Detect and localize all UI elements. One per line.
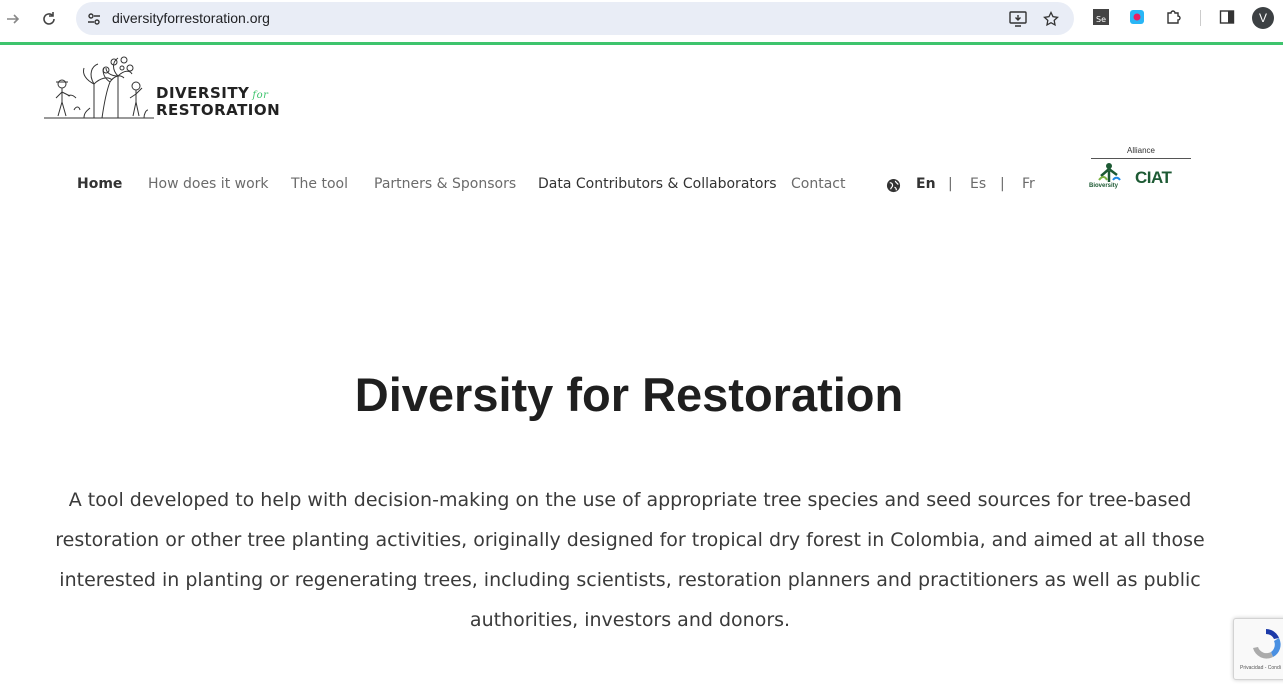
toolbar-divider — [1200, 10, 1201, 26]
bioversity-figure-icon — [1098, 163, 1121, 182]
nav-item-home[interactable]: Home — [77, 176, 122, 192]
url-text[interactable]: diversityforrestoration.org — [112, 10, 270, 26]
logo-diversity-text: DIVERSITY — [156, 84, 250, 102]
svg-text:Se: Se — [1096, 15, 1106, 24]
nav-item-the-tool[interactable]: The tool — [291, 176, 348, 192]
nav-item-contact[interactable]: Contact — [791, 176, 845, 192]
language-es[interactable]: Es — [970, 176, 986, 192]
nav-item-data-contributors[interactable]: Data Contributors & Collaborators — [538, 176, 777, 192]
page-load-bar — [0, 42, 1283, 45]
extensions-puzzle-icon[interactable] — [1164, 7, 1184, 27]
alliance-label: Alliance — [1126, 146, 1155, 155]
globe-icon — [886, 178, 901, 193]
selenium-extension-icon[interactable]: Se — [1091, 7, 1111, 27]
language-en[interactable]: En — [916, 176, 936, 192]
alliance-bioversity-ciat-logo[interactable]: Alliance Bioversity CIAT — [1089, 146, 1193, 198]
nav-item-how-does-it-work[interactable]: How does it work — [148, 176, 269, 192]
ciat-label: CIAT — [1135, 168, 1172, 187]
partner-divider — [1091, 158, 1191, 159]
profile-avatar[interactable]: V — [1252, 7, 1274, 29]
logo-wordmark-line1: DIVERSITY for — [156, 84, 268, 102]
recaptcha-footer-text[interactable]: Privacidad - Condi — [1240, 665, 1281, 671]
language-separator: | — [948, 176, 953, 192]
address-bar[interactable]: diversityforrestoration.org — [76, 2, 1074, 35]
logo-illustration-icon — [44, 56, 154, 119]
reload-icon[interactable] — [36, 6, 62, 32]
nav-item-partners-sponsors[interactable]: Partners & Sponsors — [374, 176, 516, 192]
color-picker-extension-icon[interactable] — [1127, 7, 1147, 27]
site-settings-icon[interactable] — [82, 7, 106, 31]
logo-restoration-text: RESTORATION — [156, 101, 281, 119]
bookmark-star-icon[interactable] — [1039, 7, 1063, 31]
logo-for-text: for — [252, 90, 269, 101]
forward-icon[interactable] — [0, 6, 26, 32]
page-title: Diversity for Restoration — [354, 368, 904, 421]
bioversity-label: Bioversity — [1089, 183, 1119, 189]
language-separator: | — [1000, 176, 1005, 192]
language-fr[interactable]: Fr — [1022, 176, 1035, 192]
hero-description: A tool developed to help with decision-m… — [55, 489, 1205, 631]
recaptcha-badge[interactable]: Privacidad - Condi — [1233, 618, 1283, 680]
install-app-icon[interactable] — [1006, 7, 1030, 31]
browser-toolbar: diversityforrestoration.org Se V — [0, 0, 1283, 42]
recaptcha-icon — [1253, 629, 1281, 659]
site-logo[interactable]: DIVERSITY for RESTORATION — [44, 54, 284, 120]
side-panel-icon[interactable] — [1217, 7, 1237, 27]
